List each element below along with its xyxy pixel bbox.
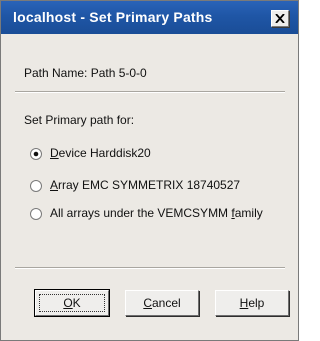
set-primary-paths-dialog: localhost - Set Primary Paths Path Name:… [0, 0, 299, 341]
radio-unselected-icon[interactable] [30, 208, 42, 220]
radio-unselected-icon[interactable] [30, 180, 42, 192]
path-name-label: Path Name: Path 5-0-0 [24, 66, 147, 80]
set-primary-group-label: Set Primary path for: [24, 113, 135, 127]
radio-label-all-arrays: All arrays under the VEMCSYMM family [50, 206, 263, 220]
close-button[interactable] [271, 10, 289, 27]
cancel-button[interactable]: Cancel [125, 290, 199, 316]
help-button[interactable]: Help [215, 290, 289, 316]
radio-label-array: Array EMC SYMMETRIX 18740527 [50, 178, 241, 192]
title-bar[interactable]: localhost - Set Primary Paths [1, 1, 298, 34]
focus-rectangle [39, 294, 105, 312]
separator [15, 91, 285, 93]
radio-selected-icon[interactable] [30, 148, 42, 160]
radio-label-device: Device Harddisk20 [50, 146, 151, 160]
close-icon [275, 14, 285, 23]
window-title: localhost - Set Primary Paths [13, 9, 213, 25]
ok-button[interactable]: OK [34, 289, 110, 317]
separator [15, 267, 285, 269]
